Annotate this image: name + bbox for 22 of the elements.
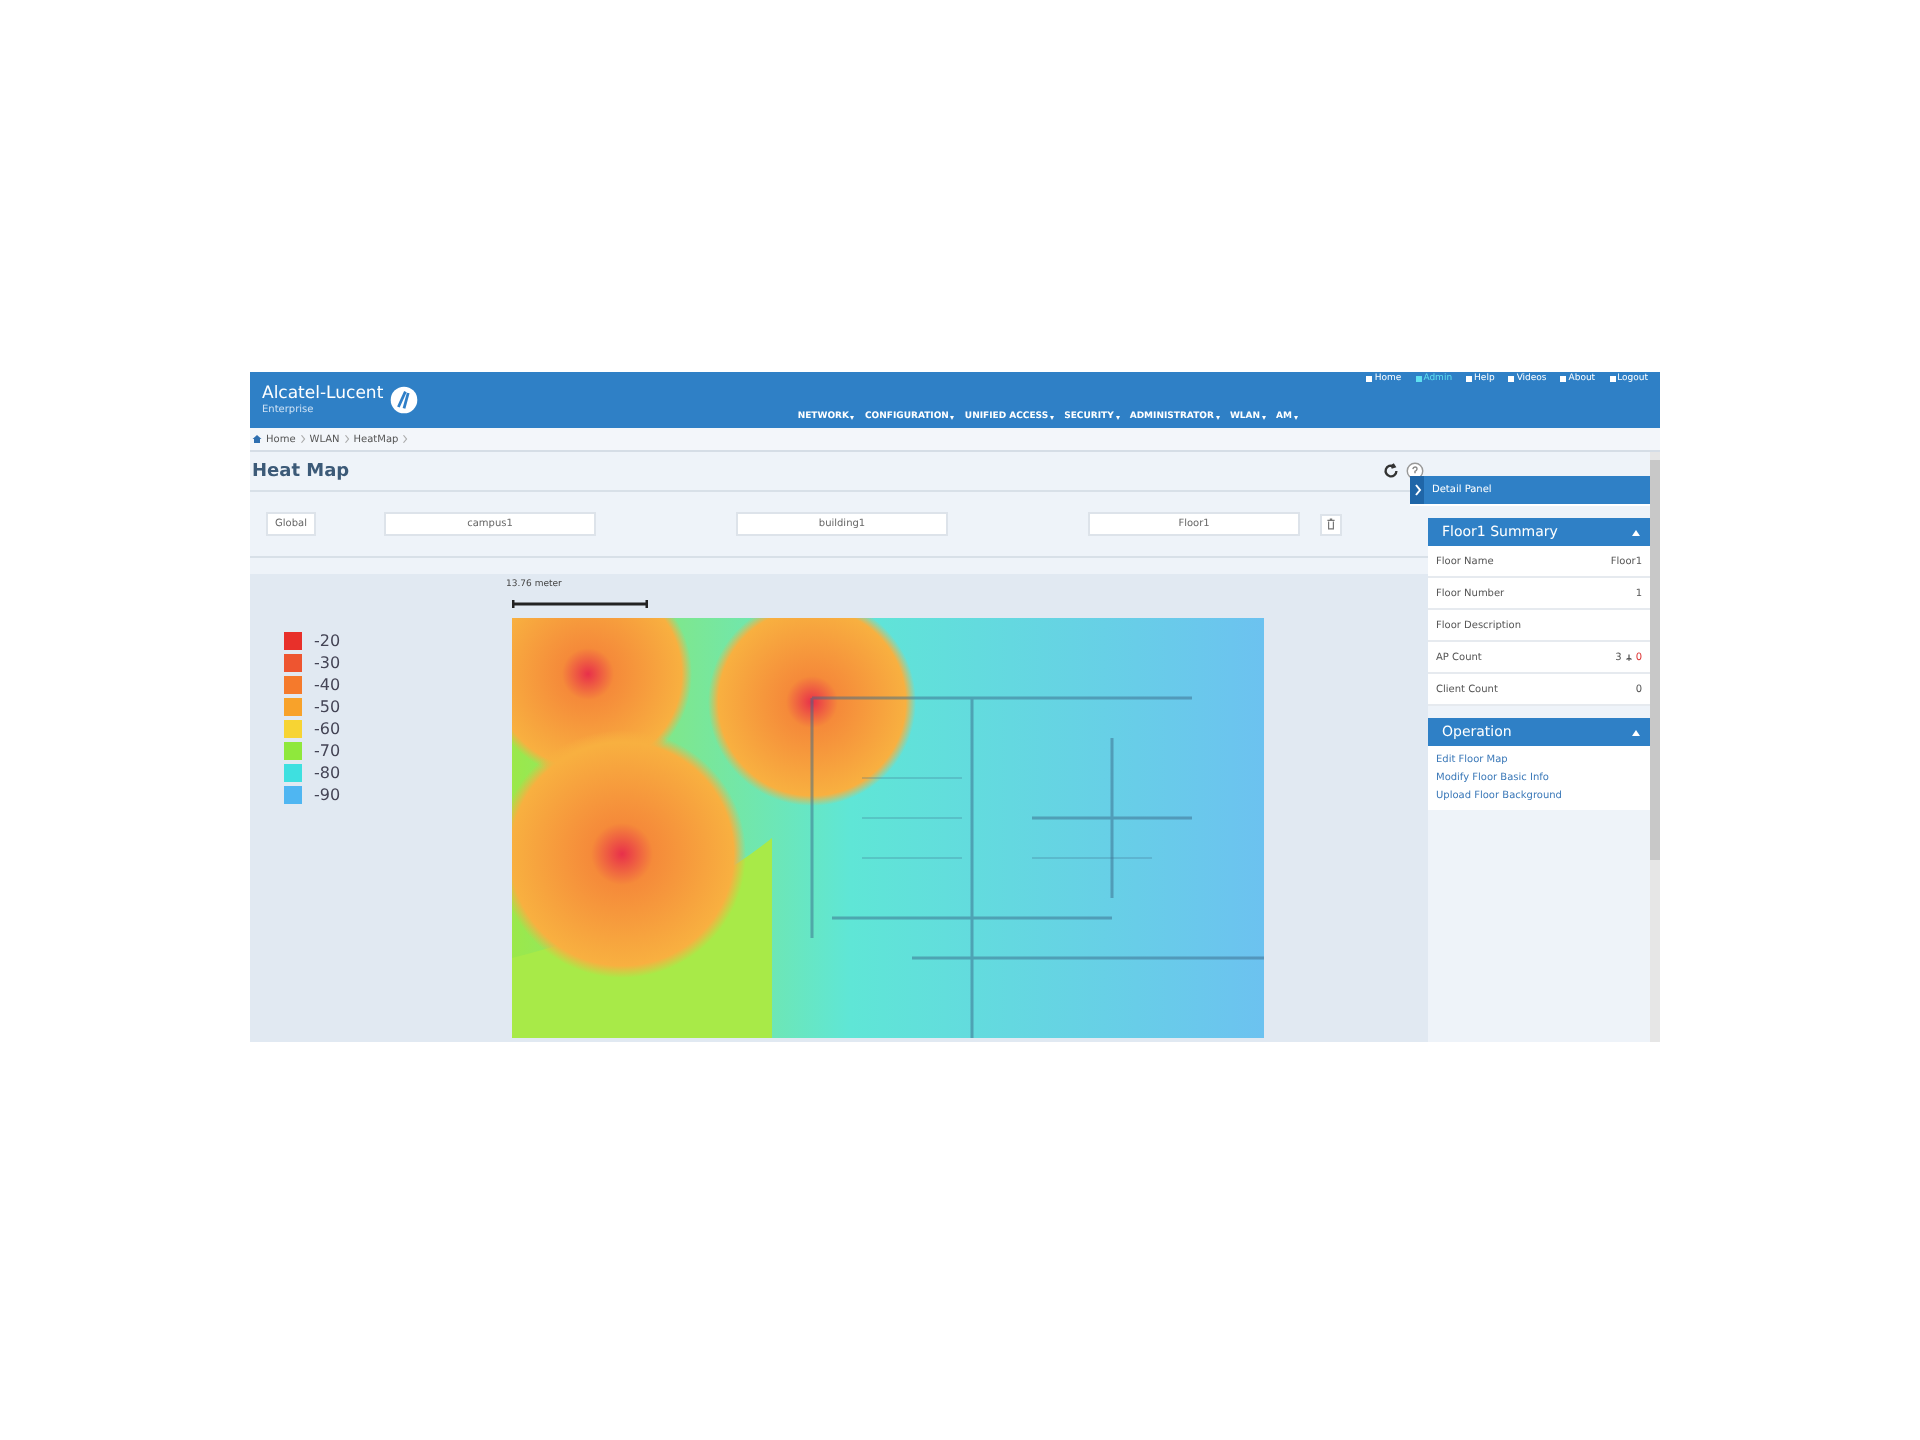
scrollbar[interactable] xyxy=(1650,452,1660,1042)
scale-bar xyxy=(512,600,648,608)
legend-label: -30 xyxy=(314,654,341,672)
page-title: Heat Map xyxy=(252,461,350,481)
chevron-icon xyxy=(1413,484,1421,496)
legend-label: -40 xyxy=(314,676,341,694)
expand-button[interactable] xyxy=(1410,476,1424,504)
chevron-icon xyxy=(343,434,350,444)
refresh-icon[interactable] xyxy=(1382,462,1400,480)
chevron-icon xyxy=(402,434,409,444)
legend-label: -60 xyxy=(314,720,341,738)
delete-button[interactable] xyxy=(1320,513,1342,535)
chevron-icon xyxy=(299,434,306,444)
legend-label: -80 xyxy=(314,764,341,782)
brand-name: Alcatel-Lucent xyxy=(262,384,384,404)
trash-icon xyxy=(1326,518,1336,530)
legend-label: -70 xyxy=(314,742,341,760)
legend-label: -20 xyxy=(314,632,341,650)
legend-label: -50 xyxy=(314,698,341,716)
logo-icon xyxy=(389,386,418,414)
legend-label: -90 xyxy=(314,786,341,804)
home-icon xyxy=(252,434,262,444)
